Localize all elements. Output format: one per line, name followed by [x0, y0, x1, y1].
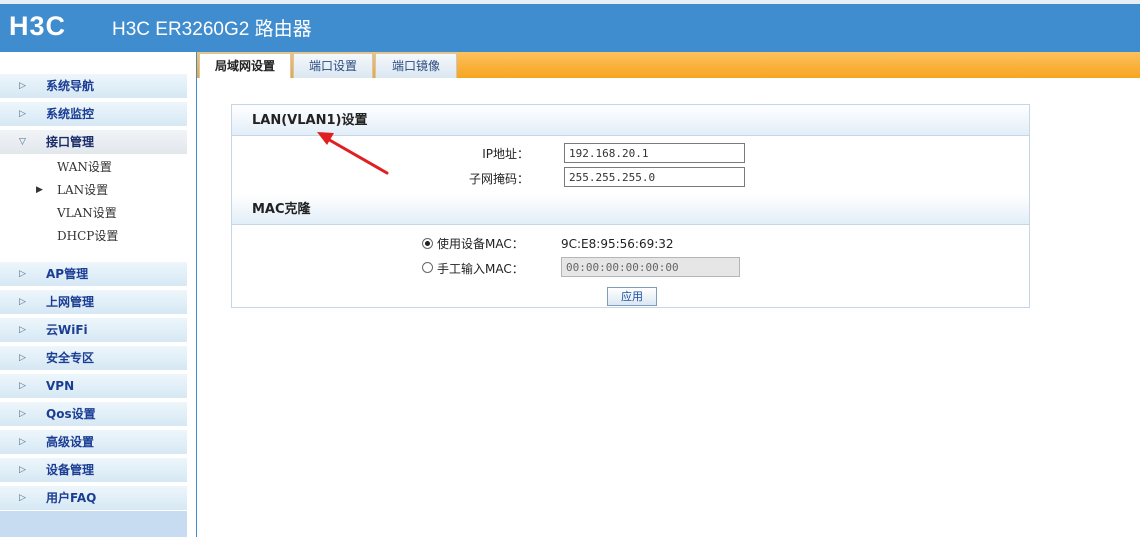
chevron-right-icon: ▷	[19, 269, 26, 279]
chevron-down-icon: ▽	[19, 137, 26, 147]
subnet-mask-input[interactable]	[564, 167, 745, 187]
chevron-right-icon: ▷	[19, 381, 26, 391]
sidebar-item-label: 接口管理	[46, 135, 95, 149]
manual-mac-radio[interactable]	[422, 262, 433, 273]
chevron-right-icon: ▷	[19, 325, 26, 335]
sidebar-subitem-dhcp[interactable]: DHCP设置	[57, 228, 118, 244]
sidebar-item-ap-mgmt[interactable]: ▷ AP管理	[0, 262, 187, 287]
sidebar-subitem-vlan[interactable]: VLAN设置	[57, 205, 117, 221]
sidebar-item-system-nav[interactable]: ▷ 系统导航	[0, 74, 187, 99]
manual-mac-input[interactable]	[561, 257, 740, 277]
chevron-right-icon: ▷	[19, 437, 26, 447]
sidebar-item-label: 用户FAQ	[46, 491, 97, 505]
sidebar-subitem-lan[interactable]: LAN设置	[57, 182, 108, 198]
sidebar-item-qos[interactable]: ▷ Qos设置	[0, 402, 187, 427]
sidebar-divider	[196, 52, 197, 537]
h3c-logo: H3C	[9, 11, 67, 41]
sidebar-item-security[interactable]: ▷ 安全专区	[0, 346, 187, 371]
apply-button[interactable]: 应用	[607, 287, 657, 306]
sidebar-footer	[0, 511, 187, 537]
sidebar-item-advanced[interactable]: ▷ 高级设置	[0, 430, 187, 455]
chevron-right-icon: ▷	[19, 297, 26, 307]
sidebar-item-interface-mgmt[interactable]: ▽ 接口管理	[0, 130, 187, 155]
sidebar: ▷ 系统导航 ▷ 系统监控 ▽ 接口管理 WAN设置 ▶ LAN设置 VLAN设…	[0, 52, 187, 537]
sidebar-item-label: Qos设置	[46, 407, 96, 421]
sidebar-subitem-wan[interactable]: WAN设置	[57, 159, 112, 175]
sidebar-item-faq[interactable]: ▷ 用户FAQ	[0, 486, 187, 511]
chevron-right-icon: ▷	[19, 109, 26, 119]
sidebar-item-device-mgmt[interactable]: ▷ 设备管理	[0, 458, 187, 483]
app-title: H3C ER3260G2 路由器	[112, 19, 312, 40]
sidebar-item-system-monitor[interactable]: ▷ 系统监控	[0, 102, 187, 127]
chevron-right-icon: ▷	[19, 353, 26, 363]
device-mac-value: 9C:E8:95:56:69:32	[561, 237, 674, 251]
sidebar-item-cloud-wifi[interactable]: ▷ 云WiFi	[0, 318, 187, 343]
header-top-strip	[0, 0, 1140, 4]
chevron-right-icon: ▷	[19, 409, 26, 419]
chevron-right-icon: ▷	[19, 81, 26, 91]
sidebar-item-label: 设备管理	[46, 463, 95, 477]
chevron-right-icon: ▷	[19, 493, 26, 503]
sidebar-item-label: 上网管理	[46, 295, 95, 309]
tab-port-settings[interactable]: 端口设置	[293, 53, 373, 78]
sidebar-item-label: 云WiFi	[46, 323, 88, 337]
use-device-mac-label: 使用设备MAC：	[437, 237, 524, 251]
sidebar-item-label: 安全专区	[46, 351, 95, 365]
tab-lan-settings[interactable]: 局域网设置	[199, 53, 291, 78]
tab-port-mirror[interactable]: 端口镜像	[375, 53, 457, 78]
tab-bar: 局域网设置 端口设置 端口镜像	[197, 52, 1140, 78]
sidebar-item-label: 高级设置	[46, 435, 95, 449]
ip-address-input[interactable]	[564, 143, 745, 163]
use-device-mac-radio[interactable]	[422, 238, 433, 249]
ip-address-label: IP地址：	[482, 147, 529, 161]
current-item-marker-icon: ▶	[36, 185, 43, 195]
sidebar-item-label: VPN	[46, 379, 75, 393]
sidebar-item-internet-mgmt[interactable]: ▷ 上网管理	[0, 290, 187, 315]
sidebar-item-vpn[interactable]: ▷ VPN	[0, 374, 187, 399]
sidebar-item-label: AP管理	[46, 267, 89, 281]
manual-mac-label: 手工输入MAC：	[437, 262, 524, 276]
mac-clone-section-header: MAC克隆	[232, 194, 1029, 225]
annotation-arrow-icon	[317, 132, 389, 175]
sidebar-item-label: 系统导航	[46, 79, 95, 93]
subnet-mask-label: 子网掩码：	[468, 172, 529, 186]
mac-clone-section-title: MAC克隆	[252, 202, 311, 217]
chevron-right-icon: ▷	[19, 465, 26, 475]
header-bar: H3C H3C ER3260G2 路由器	[0, 0, 1140, 52]
sidebar-item-label: 系统监控	[46, 107, 95, 121]
